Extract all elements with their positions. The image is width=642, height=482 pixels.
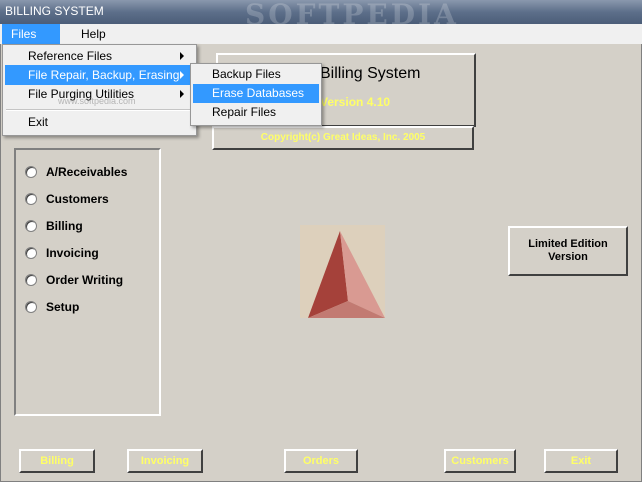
- radio-setup[interactable]: Setup: [25, 298, 79, 316]
- submenu-item-erase[interactable]: Erase Databases: [193, 84, 319, 103]
- radio-label: Invoicing: [46, 246, 99, 260]
- radio-label: A/Receivables: [46, 165, 128, 179]
- radio-order-writing[interactable]: Order Writing: [25, 271, 123, 289]
- edition-panel: Limited Edition Version: [508, 226, 628, 276]
- menu-help[interactable]: Help: [72, 24, 115, 44]
- app-version: Version 4.10: [320, 95, 391, 109]
- repair-submenu: Backup Files Erase Databases Repair File…: [190, 63, 322, 126]
- orders-button[interactable]: Orders: [284, 449, 358, 473]
- submenu-item-repair[interactable]: Repair Files: [193, 103, 319, 122]
- copyright-button[interactable]: Copyright(c) Great Ideas, Inc. 2005: [212, 126, 474, 150]
- radio-label: Setup: [46, 300, 80, 314]
- menu-item-reference-files[interactable]: Reference Files: [5, 46, 192, 66]
- edition-line-1: Limited Edition: [528, 238, 608, 250]
- menu-bar: Files Help: [0, 24, 642, 44]
- radio-label: Customers: [46, 192, 109, 206]
- menu-item-file-repair[interactable]: File Repair, Backup, Erasing: [5, 65, 192, 85]
- menu-files[interactable]: Files: [2, 24, 60, 44]
- menu-item-exit[interactable]: Exit: [5, 112, 192, 132]
- menu-watermark: www.softpedia.com: [58, 96, 136, 106]
- company-logo: [300, 225, 385, 318]
- radio-circle[interactable]: [25, 166, 37, 178]
- radio-circle[interactable]: [25, 220, 37, 232]
- radio-invoicing[interactable]: Invoicing: [25, 244, 99, 262]
- submenu-arrow-icon: [180, 71, 184, 79]
- title-bar: BILLING SYSTEM SOFTPEDIA: [0, 0, 642, 31]
- menu-item-label: Exit: [28, 115, 49, 129]
- menu-item-label: Reference Files: [28, 49, 113, 63]
- submenu-item-backup[interactable]: Backup Files: [193, 65, 319, 84]
- invoicing-button[interactable]: Invoicing: [127, 449, 203, 473]
- radio-label: Billing: [46, 219, 83, 233]
- submenu-arrow-icon: [180, 90, 184, 98]
- window-title: BILLING SYSTEM: [5, 4, 104, 18]
- radio-label: Order Writing: [46, 273, 124, 287]
- menu-separator: [6, 109, 191, 111]
- pyramid-logo-icon: [308, 231, 385, 318]
- radio-billing[interactable]: Billing: [25, 217, 83, 235]
- radio-circle[interactable]: [25, 193, 37, 205]
- radio-customers[interactable]: Customers: [25, 190, 109, 208]
- customers-button[interactable]: Customers: [444, 449, 516, 473]
- radio-circle[interactable]: [25, 301, 37, 313]
- billing-button[interactable]: Billing: [19, 449, 95, 473]
- exit-button[interactable]: Exit: [544, 449, 618, 473]
- files-dropdown: Reference Files File Repair, Backup, Era…: [2, 44, 197, 136]
- radio-circle[interactable]: [25, 274, 37, 286]
- radio-circle[interactable]: [25, 247, 37, 259]
- edition-line-2: Version: [548, 251, 588, 263]
- submenu-arrow-icon: [180, 52, 184, 60]
- radio-receivables[interactable]: A/Receivables: [25, 163, 127, 181]
- menu-item-label: File Repair, Backup, Erasing: [28, 68, 180, 82]
- app-title: Billing System: [320, 65, 421, 82]
